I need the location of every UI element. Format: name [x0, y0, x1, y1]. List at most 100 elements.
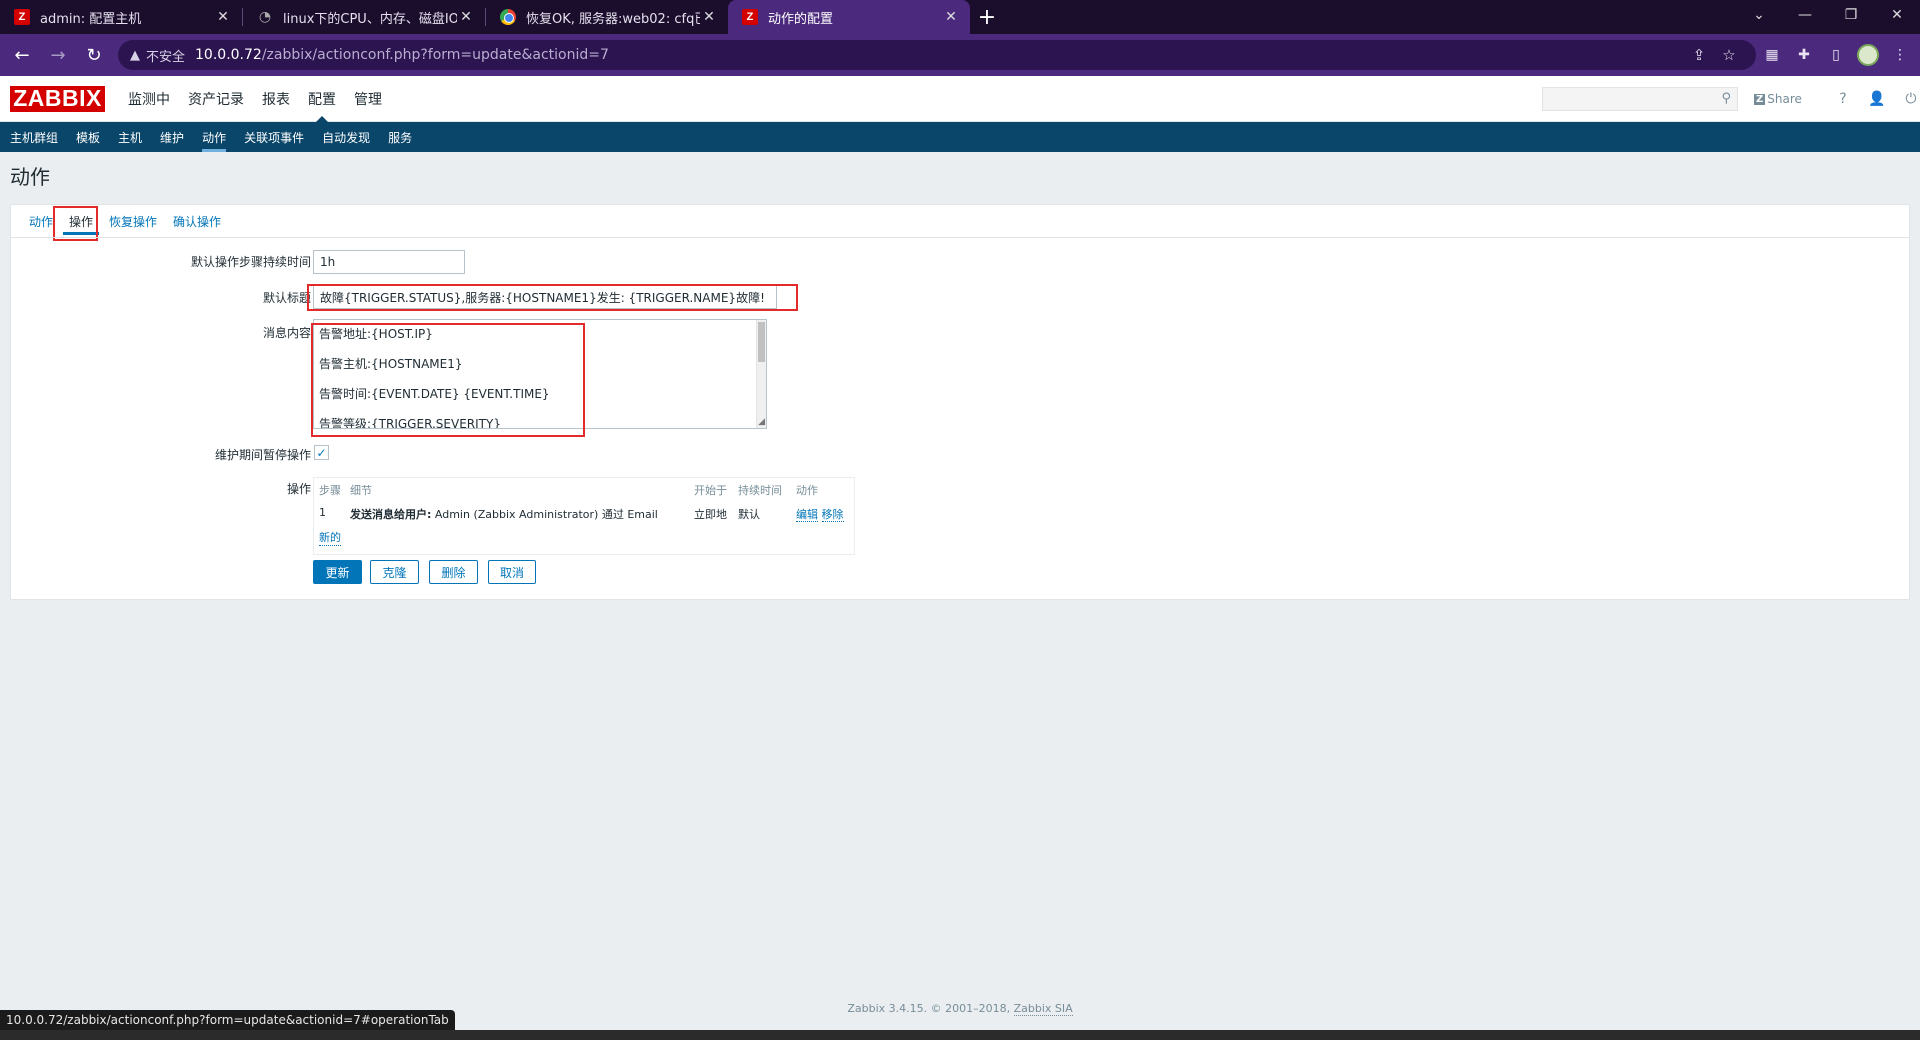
sub-menu-item[interactable]: 维护 — [151, 122, 193, 152]
scrollbar-thumb[interactable] — [758, 322, 765, 362]
minimize-icon[interactable]: — — [1782, 0, 1828, 30]
sub-menu: 主机群组 模板 主机 维护 动作 关联项事件 自动发现 服务 — [0, 122, 1920, 152]
zabbix-header: ZABBIX 监测中 资产记录 报表 配置 管理 ⚲ Z Share ? 👤 ⏻ — [0, 76, 1920, 122]
insecure-label: 不安全 — [146, 49, 186, 65]
message-label: 消息内容 — [262, 326, 311, 340]
resize-grip-icon[interactable]: ◢ — [758, 417, 765, 427]
action-form-panel: 动作 操作 恢复操作 确认操作 默认操作步骤持续时间 1h 默认标题 故障{TR… — [10, 204, 1910, 600]
clone-button[interactable]: 克隆 — [370, 560, 419, 584]
top-menu-item[interactable]: 管理 — [345, 76, 391, 122]
zabbix-icon: Z — [742, 9, 758, 25]
share-page-icon[interactable]: ⇪ — [1684, 46, 1714, 64]
help-icon[interactable]: ? — [1826, 91, 1860, 107]
top-menu: 监测中 资产记录 报表 配置 管理 — [119, 76, 391, 122]
browser-tab-active[interactable]: Z 动作的配置 ✕ — [728, 0, 970, 34]
browser-tab-title: admin: 配置主机 — [40, 11, 142, 27]
search-icon[interactable]: ⚲ — [1721, 91, 1731, 106]
close-window-icon[interactable]: ✕ — [1874, 0, 1920, 30]
close-icon[interactable]: ✕ — [942, 9, 960, 25]
search-input[interactable]: ⚲ — [1542, 87, 1738, 111]
restore-icon[interactable]: ❐ — [1828, 0, 1874, 30]
tab-recovery-operations[interactable]: 恢复操作 — [101, 205, 165, 237]
step-duration-label: 默认操作步骤持续时间 — [190, 255, 311, 269]
column-header: 开始于 — [694, 484, 727, 497]
profile-avatar[interactable] — [1852, 41, 1884, 69]
logout-icon[interactable]: ⏻ — [1894, 91, 1920, 107]
address-bar[interactable]: ▲ 不安全 10.0.0.72 /zabbix/actionconf.php?f… — [118, 40, 1756, 70]
close-icon[interactable]: ✕ — [700, 9, 718, 25]
sub-menu-item[interactable]: 关联项事件 — [235, 122, 313, 152]
footer-version: Zabbix 3.4.15. © 2001–2018, — [847, 1002, 1014, 1015]
reload-icon[interactable]: ↻ — [80, 41, 108, 69]
footer-company-link[interactable]: Zabbix SIA — [1013, 1002, 1073, 1016]
close-icon[interactable]: ✕ — [457, 9, 475, 25]
top-menu-item[interactable]: 监测中 — [119, 76, 179, 122]
operation-duration: 默认 — [738, 508, 760, 521]
window-controls: ⌄ — ❐ ✕ — [1736, 0, 1920, 34]
new-tab-button[interactable]: + — [970, 0, 1004, 34]
sub-menu-item[interactable]: 模板 — [67, 122, 109, 152]
extension-icon[interactable]: ▦ — [1756, 41, 1788, 69]
delete-button[interactable]: 删除 — [429, 560, 478, 584]
new-operation-link[interactable]: 新的 — [319, 529, 341, 546]
tab-divider — [11, 237, 1909, 238]
share-label: Share — [1767, 92, 1802, 106]
sub-menu-item[interactable]: 主机 — [109, 122, 151, 152]
header-icons: Z Share ? 👤 ⏻ — [1754, 76, 1920, 122]
share-button[interactable]: Z Share — [1754, 92, 1802, 106]
cancel-button[interactable]: 取消 — [488, 560, 536, 584]
browser-tab[interactable]: Z admin: 配置主机 ✕ — [0, 0, 242, 34]
operation-actions: 编辑 移除 — [796, 506, 844, 522]
column-header: 持续时间 — [738, 484, 782, 497]
operation-start: 立即地 — [694, 508, 727, 521]
github-icon: ◔ — [258, 9, 272, 25]
browser-tab-title: 恢复OK, 服务器:web02: cfq已恢 — [526, 11, 700, 27]
user-profile-icon[interactable]: 👤 — [1860, 91, 1894, 107]
avatar — [1857, 44, 1879, 66]
pause-checkbox[interactable]: ✓ — [314, 445, 329, 460]
column-header: 动作 — [796, 484, 818, 497]
top-menu-item[interactable]: 报表 — [253, 76, 299, 122]
step-duration-input[interactable]: 1h — [313, 250, 465, 274]
operation-detail: 发送消息给用户: Admin (Zabbix Administrator) 通过… — [350, 506, 658, 522]
browser-tab-title: 动作的配置 — [768, 11, 834, 27]
operations-table: 步骤 细节 开始于 持续时间 动作 1 发送消息给用户: Admin (Zabb… — [313, 477, 855, 555]
highlight-box — [307, 284, 798, 311]
top-menu-item-active[interactable]: 配置 — [299, 76, 345, 122]
taskbar-strip — [0, 1030, 1920, 1040]
browser-tab-title: linux下的CPU、内存、磁盘IO、 — [283, 11, 457, 27]
remove-link[interactable]: 移除 — [821, 508, 844, 522]
subject-label: 默认标题 — [262, 291, 311, 305]
url-path: /zabbix/actionconf.php?form=update&actio… — [261, 47, 609, 63]
edit-link[interactable]: 编辑 — [796, 508, 818, 522]
url-host: 10.0.0.72 — [195, 47, 262, 63]
sub-menu-item-active[interactable]: 动作 — [193, 122, 235, 152]
operation-step: 1 — [319, 506, 326, 519]
scrollbar[interactable] — [756, 320, 766, 428]
update-button[interactable]: 更新 — [313, 560, 362, 584]
operation-detail-text: Admin (Zabbix Administrator) 通过 Email — [431, 508, 658, 521]
top-menu-item[interactable]: 资产记录 — [179, 76, 253, 122]
zabbix-logo[interactable]: ZABBIX — [10, 85, 105, 112]
tab-search-icon[interactable]: ⌄ — [1736, 0, 1782, 30]
sub-menu-item[interactable]: 自动发现 — [313, 122, 379, 152]
browser-status-url: 10.0.0.72/zabbix/actionconf.php?form=upd… — [0, 1010, 455, 1030]
close-icon[interactable]: ✕ — [214, 9, 232, 25]
puzzle-icon[interactable]: ✚ — [1788, 41, 1820, 69]
tab-acknowledge-operations[interactable]: 确认操作 — [165, 205, 229, 237]
browser-tab[interactable]: 恢复OK, 服务器:web02: cfq已恢 ✕ — [486, 0, 728, 34]
browser-tab-strip: Z admin: 配置主机 ✕ ◔ linux下的CPU、内存、磁盘IO、 ✕ … — [0, 0, 1920, 34]
warning-icon[interactable]: ▲ — [130, 48, 140, 63]
forward-icon[interactable]: → — [44, 41, 72, 69]
sidebar-icon[interactable]: ▯ — [1820, 41, 1852, 69]
back-icon[interactable]: ← — [8, 41, 36, 69]
browser-tab[interactable]: ◔ linux下的CPU、内存、磁盘IO、 ✕ — [243, 0, 485, 34]
operations-label: 操作 — [286, 482, 311, 496]
highlight-box — [53, 206, 98, 241]
browser-toolbar: ← → ↻ ▲ 不安全 10.0.0.72 /zabbix/actionconf… — [0, 34, 1920, 76]
sub-menu-item[interactable]: 服务 — [379, 122, 421, 152]
pause-label: 维护期间暂停操作 — [214, 448, 311, 462]
menu-kebab-icon[interactable]: ⋮ — [1884, 41, 1916, 69]
bookmark-star-icon[interactable]: ☆ — [1714, 46, 1744, 64]
sub-menu-item[interactable]: 主机群组 — [1, 122, 67, 152]
